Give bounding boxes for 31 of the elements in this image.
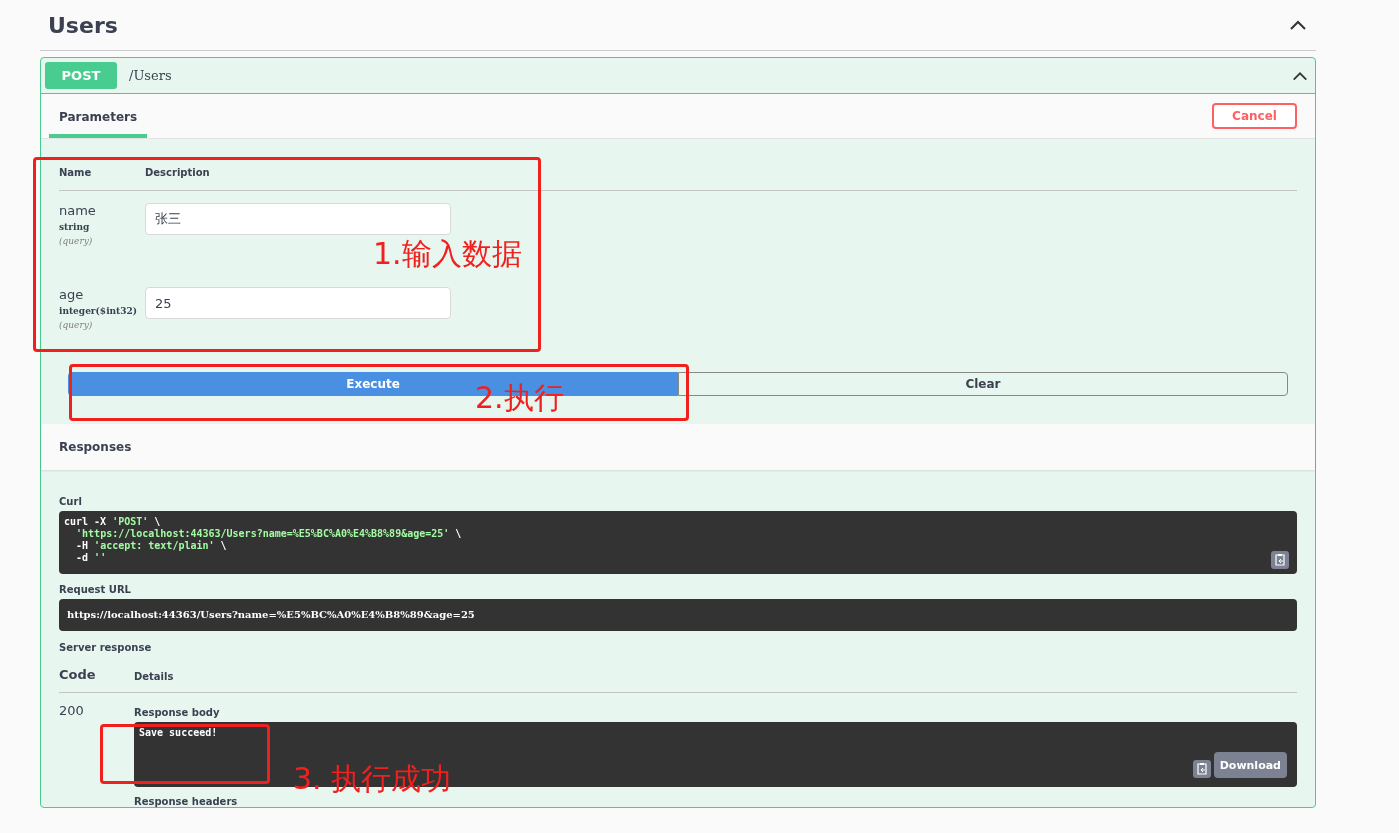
method-badge: POST bbox=[45, 62, 117, 89]
section-title[interactable]: Users bbox=[48, 12, 118, 38]
endpoint-path[interactable]: /Users bbox=[129, 68, 1291, 83]
parameter-type: integer($int32) bbox=[59, 306, 139, 316]
parameter-input[interactable]: 张三 bbox=[145, 203, 451, 235]
response-body-label: Response body bbox=[134, 707, 221, 718]
response-headers-label: Response headers bbox=[134, 796, 239, 807]
server-response-label: Server response bbox=[59, 642, 153, 653]
annotation-text: 3. 执行成功 bbox=[293, 760, 452, 798]
parameter-location: (query) bbox=[59, 236, 94, 246]
parameter-name: name bbox=[59, 203, 97, 218]
clear-button[interactable]: Clear bbox=[678, 372, 1288, 396]
annotation-text: 1.输入数据 bbox=[373, 235, 522, 273]
download-button[interactable]: Download bbox=[1213, 752, 1287, 778]
curl-code-block: curl -X 'POST' \ 'https://localhost:44363/Users?name=%E5%BC%A0%E4%B8%89&age=25' \ -H 'accept: text/plain' \ -d '' bbox=[59, 511, 1297, 574]
copy-icon[interactable] bbox=[1271, 551, 1289, 569]
responses-title: Responses bbox=[59, 440, 132, 454]
parameter-name: age bbox=[59, 287, 85, 302]
column-header: Code bbox=[59, 667, 97, 682]
parameter-type: string bbox=[59, 222, 91, 232]
column-header: Details bbox=[134, 671, 174, 682]
parameters-tab[interactable]: Parameters bbox=[49, 110, 148, 138]
curl-label: Curl bbox=[59, 496, 83, 507]
parameter-location: (query) bbox=[59, 320, 94, 330]
status-code: 200 bbox=[59, 702, 85, 720]
parameter-input[interactable]: 25 bbox=[145, 287, 451, 319]
column-header: Name bbox=[59, 167, 93, 178]
column-header: Description bbox=[145, 167, 210, 178]
copy-icon[interactable] bbox=[1193, 760, 1211, 778]
request-url-block: https://localhost:44363/Users?name=%E5%BC%A0%E4%B8%89&age=25 bbox=[59, 599, 1297, 631]
request-url-label: Request URL bbox=[59, 584, 132, 595]
